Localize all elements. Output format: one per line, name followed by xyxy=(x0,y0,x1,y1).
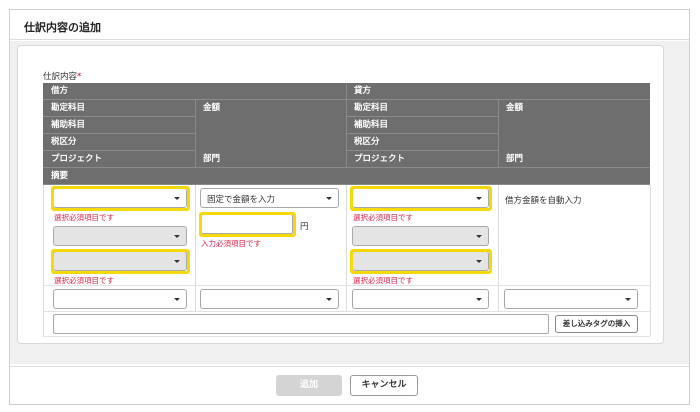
credit-amount-header: 金額 xyxy=(506,103,524,113)
insert-tag-button[interactable]: 差し込みタグの挿入 xyxy=(555,315,638,333)
divider xyxy=(498,100,499,168)
divider xyxy=(195,100,196,168)
section-label: 仕訳内容* xyxy=(43,72,82,82)
chevron-down-icon xyxy=(174,298,180,301)
required-highlight xyxy=(350,249,492,274)
credit-sub-account-header: 補助科目 xyxy=(346,117,498,134)
debit-tax-header: 税区分 xyxy=(43,134,195,151)
chevron-down-icon xyxy=(476,235,482,238)
chevron-down-icon xyxy=(326,298,332,301)
yen-unit: 円 xyxy=(300,222,309,232)
dialog-footer: 追加 キャンセル xyxy=(10,366,689,404)
amount-mode-select[interactable]: 固定で金額を入力 xyxy=(200,188,339,208)
debit-account-header: 勘定科目 xyxy=(43,100,195,117)
divider xyxy=(43,185,44,336)
chevron-down-icon xyxy=(174,235,180,238)
divider xyxy=(498,185,499,311)
required-mark: * xyxy=(77,72,82,82)
required-highlight xyxy=(51,186,190,211)
debit-project-select[interactable] xyxy=(53,289,187,309)
divider xyxy=(43,285,650,286)
divider xyxy=(346,83,347,168)
chevron-down-icon xyxy=(625,298,631,301)
credit-header: 貸方 xyxy=(346,83,650,100)
dialog-title: 仕訳内容の追加 xyxy=(24,21,101,34)
required-highlight xyxy=(199,212,296,237)
credit-amount-auto-text: 借方金額を自動入力 xyxy=(505,196,582,206)
memo-input[interactable] xyxy=(53,314,549,334)
debit-amount-error: 入力必須項目です xyxy=(201,239,261,248)
required-highlight xyxy=(350,186,492,211)
credit-project-header: プロジェクト xyxy=(346,151,498,168)
dialog-header: 仕訳内容の追加 xyxy=(10,10,689,40)
divider xyxy=(43,336,650,337)
debit-amount-header: 金額 xyxy=(203,103,221,113)
divider xyxy=(195,185,196,311)
debit-header: 借方 xyxy=(43,83,346,100)
debit-department-header: 部門 xyxy=(195,151,346,168)
credit-sub-account-select[interactable] xyxy=(352,226,489,246)
cancel-button[interactable]: キャンセル xyxy=(350,375,418,396)
debit-sub-account-select[interactable] xyxy=(53,226,187,246)
memo-header: 摘要 xyxy=(43,168,650,185)
add-button[interactable]: 追加 xyxy=(276,375,342,396)
credit-department-header: 部門 xyxy=(498,151,650,168)
credit-account-error: 選択必須項目です xyxy=(353,213,413,222)
debit-tax-error: 選択必須項目です xyxy=(54,276,114,285)
credit-project-select[interactable] xyxy=(352,289,489,309)
credit-tax-error: 選択必須項目です xyxy=(353,276,413,285)
divider xyxy=(346,185,347,311)
debit-sub-account-header: 補助科目 xyxy=(43,117,195,134)
debit-account-error: 選択必須項目です xyxy=(54,213,114,222)
credit-account-header: 勘定科目 xyxy=(346,100,498,117)
debit-project-header: プロジェクト xyxy=(43,151,195,168)
credit-department-select[interactable] xyxy=(504,289,638,309)
chevron-down-icon xyxy=(326,197,332,200)
required-highlight xyxy=(51,249,190,274)
debit-department-select[interactable] xyxy=(200,289,339,309)
amount-mode-value: 固定で金額を入力 xyxy=(207,195,276,205)
divider xyxy=(650,185,651,336)
credit-tax-header: 税区分 xyxy=(346,134,498,151)
divider xyxy=(43,311,650,312)
chevron-down-icon xyxy=(476,298,482,301)
